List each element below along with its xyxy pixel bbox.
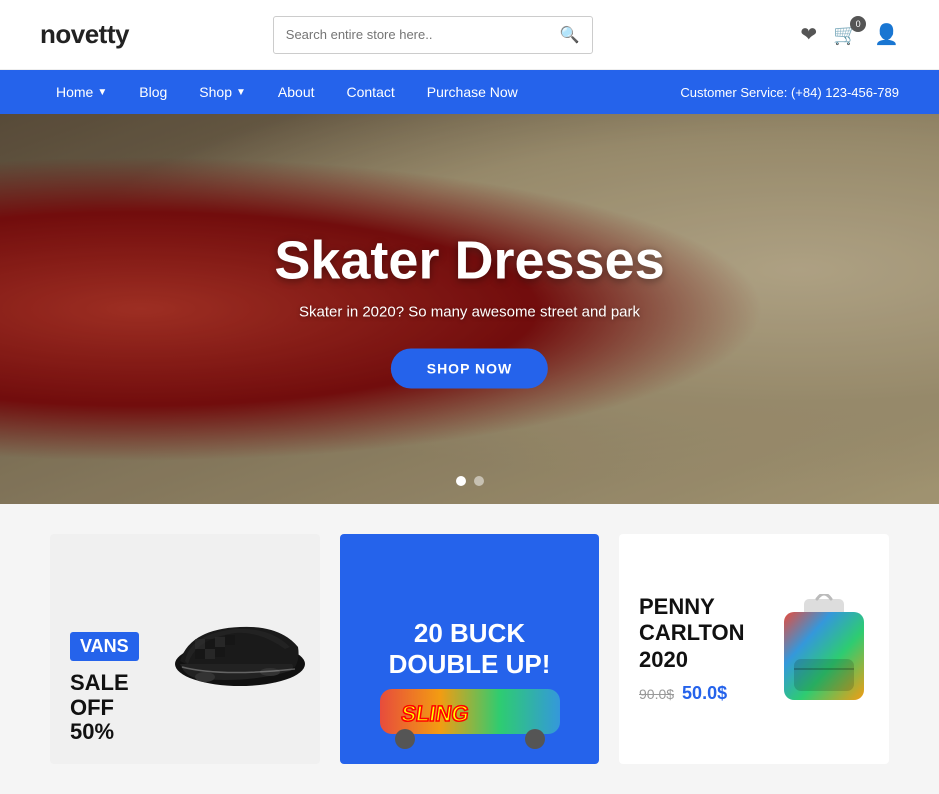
- hero-title: Skater Dresses: [274, 230, 664, 292]
- penny-title: PENNY CARLTON 2020: [639, 594, 769, 673]
- backpack-svg: [779, 594, 869, 709]
- vans-logo: VANS: [70, 632, 139, 661]
- customer-service-label: Customer Service:: [680, 85, 787, 100]
- buck-card[interactable]: 20 BUCK DOUBLE UP! SLING: [340, 534, 599, 764]
- header-icons: ❤ 🛒 0 👤: [800, 22, 899, 47]
- vans-card-text: VANS SALE OFF 50%: [70, 554, 139, 744]
- hero-content: Skater Dresses Skater in 2020? So many a…: [274, 230, 664, 389]
- skateboard-image: SLING: [370, 674, 570, 754]
- nav-about[interactable]: About: [262, 70, 331, 114]
- wheel-2: [525, 729, 545, 749]
- nav-home[interactable]: Home ▼: [40, 70, 123, 114]
- skateboard-deck: SLING: [380, 689, 560, 734]
- nav-blog[interactable]: Blog: [123, 70, 183, 114]
- vans-card[interactable]: VANS SALE OFF 50%: [50, 534, 320, 764]
- cards-section: VANS SALE OFF 50%: [0, 504, 939, 794]
- customer-service-phone: (+84) 123-456-789: [791, 85, 899, 100]
- chevron-down-icon: ▼: [236, 87, 246, 98]
- search-button[interactable]: 🔍: [548, 17, 592, 53]
- wheel-1: [395, 729, 415, 749]
- shoe-svg: [170, 609, 310, 689]
- search-icon: 🔍: [560, 27, 580, 44]
- svg-text:SLING: SLING: [399, 701, 470, 726]
- search-input[interactable]: [274, 19, 548, 50]
- cart-icon-button[interactable]: 🛒 0: [833, 22, 858, 47]
- hero-subtitle: Skater in 2020? So many awesome street a…: [274, 304, 664, 321]
- nav-left: Home ▼ Blog Shop ▼ About Contact Purchas…: [40, 70, 534, 114]
- account-icon: 👤: [874, 24, 899, 46]
- shop-now-button[interactable]: SHOP NOW: [391, 349, 549, 389]
- vans-sale-text: SALE OFF 50%: [70, 671, 139, 744]
- search-bar: 🔍: [273, 16, 593, 54]
- nav-shop[interactable]: Shop ▼: [183, 70, 262, 114]
- buck-title: 20 BUCK DOUBLE UP!: [389, 618, 551, 680]
- price-group: 90.0$ 50.0$: [639, 683, 769, 704]
- account-icon-button[interactable]: 👤: [874, 22, 899, 47]
- heart-icon: ❤: [800, 24, 817, 46]
- main-nav: Home ▼ Blog Shop ▼ About Contact Purchas…: [0, 70, 939, 114]
- site-logo[interactable]: novetty: [40, 19, 129, 50]
- wishlist-icon-button[interactable]: ❤: [800, 22, 817, 47]
- chevron-down-icon: ▼: [97, 87, 107, 98]
- header: novetty 🔍 ❤ 🛒 0 👤: [0, 0, 939, 70]
- nav-purchase-now[interactable]: Purchase Now: [411, 70, 534, 114]
- backpack-image: [779, 594, 869, 704]
- cart-badge: 0: [850, 16, 866, 32]
- customer-service: Customer Service: (+84) 123-456-789: [680, 85, 899, 100]
- old-price: 90.0$: [639, 686, 674, 702]
- slider-dot-2[interactable]: [474, 476, 484, 486]
- nav-contact[interactable]: Contact: [331, 70, 411, 114]
- new-price: 50.0$: [682, 683, 727, 704]
- penny-card[interactable]: PENNY CARLTON 2020 90.0$ 50.0$: [619, 534, 889, 764]
- penny-card-text: PENNY CARLTON 2020 90.0$ 50.0$: [639, 594, 769, 704]
- slider-dots: [456, 476, 484, 486]
- vans-shoe-image: [170, 599, 310, 699]
- slider-dot-1[interactable]: [456, 476, 466, 486]
- hero-banner: Skater Dresses Skater in 2020? So many a…: [0, 114, 939, 504]
